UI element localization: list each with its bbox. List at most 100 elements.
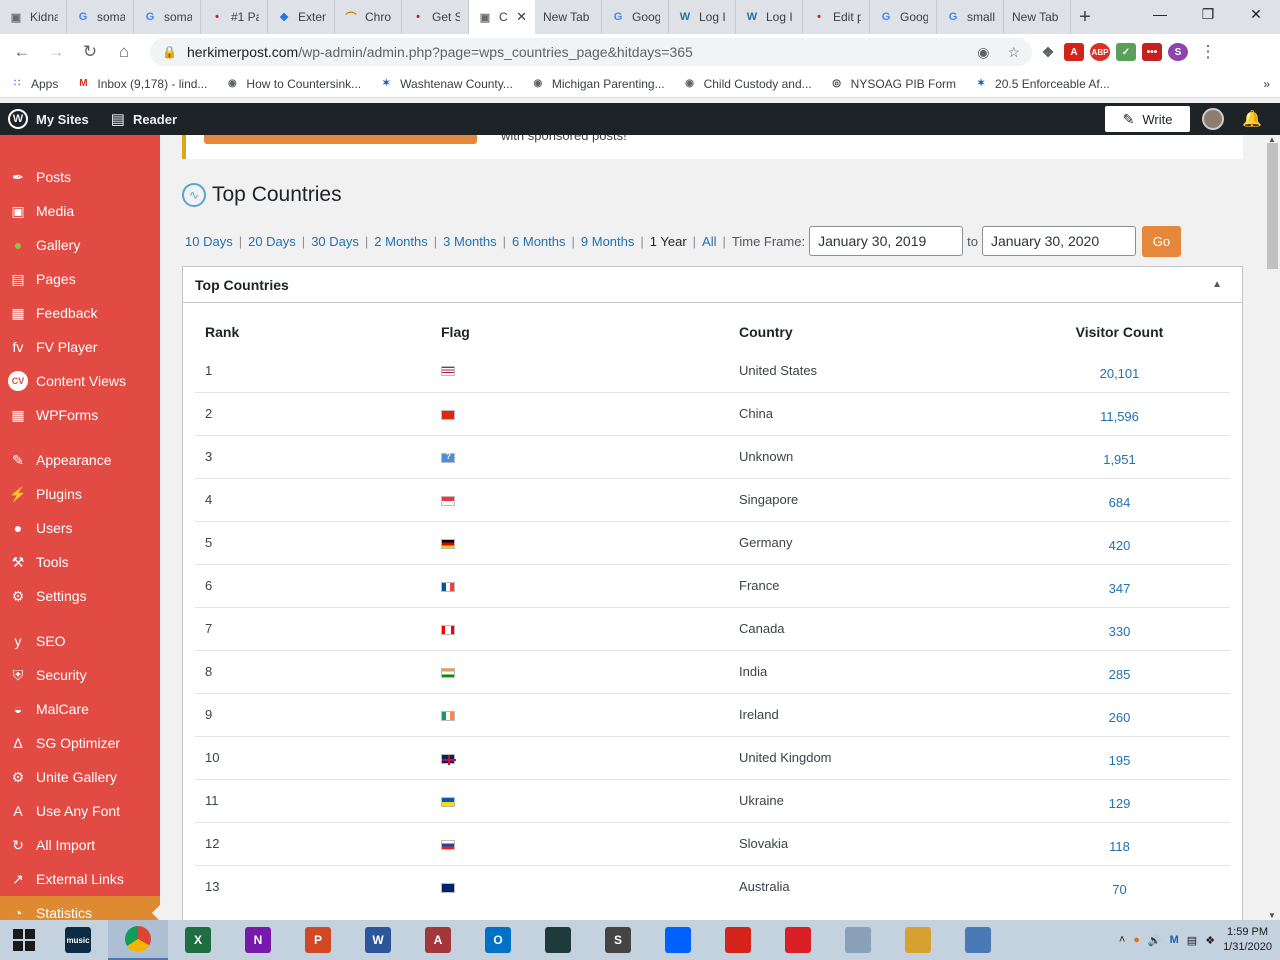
notice-action-button[interactable] — [204, 135, 477, 144]
visitor-count-link[interactable]: 684 — [1009, 477, 1230, 521]
taskbar-app[interactable]: O — [468, 920, 528, 960]
bookmark-item[interactable]: ◉ Michigan Parenting... — [531, 77, 664, 91]
visitor-count-link[interactable]: 1,951 — [1009, 434, 1230, 478]
browser-tab[interactable]: • Edit p — [803, 0, 870, 34]
menu-dots-icon[interactable]: ⋮ — [1194, 38, 1222, 66]
browser-tab[interactable]: New Tab — [1004, 0, 1071, 34]
tray-app-icon[interactable]: ● — [1133, 934, 1140, 946]
browser-tab[interactable]: Gsoma — [67, 0, 134, 34]
write-button[interactable]: ✎ Write — [1105, 106, 1191, 132]
visitor-count-link[interactable]: 420 — [1009, 520, 1230, 564]
more-bookmarks-icon[interactable]: » — [1263, 77, 1270, 91]
browser-tab[interactable]: • Get S — [402, 0, 469, 34]
taskbar-app[interactable] — [708, 920, 768, 960]
reader-link[interactable]: ▤ Reader — [111, 110, 177, 128]
range-1-year[interactable]: 1 Year — [650, 234, 687, 249]
visitor-count-link[interactable]: 347 — [1009, 563, 1230, 607]
sidebar-item-feedback[interactable]: ▦ Feedback — [0, 296, 160, 330]
taskbar-app[interactable] — [108, 920, 168, 960]
browser-tab[interactable]: G Goog — [602, 0, 669, 34]
incognito-icon[interactable]: ◉ — [977, 44, 989, 61]
taskbar-app[interactable] — [888, 920, 948, 960]
taskbar-app[interactable] — [768, 920, 828, 960]
user-avatar[interactable] — [1202, 108, 1225, 130]
range-2-months[interactable]: 2 Months — [374, 234, 427, 249]
taskbar-app[interactable]: N — [228, 920, 288, 960]
bookmark-item[interactable]: ✶ 20.5 Enforceable Af... — [974, 77, 1110, 91]
clock[interactable]: 1:59 PM 1/31/2020 — [1223, 925, 1272, 955]
acrobat-extension-icon[interactable]: A — [1064, 43, 1084, 61]
sidebar-item-media[interactable]: ▣ Media — [0, 194, 160, 228]
back-icon[interactable]: ← — [8, 38, 36, 66]
visitor-count-link[interactable]: 70 — [1009, 864, 1230, 908]
bookmark-item[interactable]: ◎ NYSOAG PIB Form — [830, 77, 956, 91]
from-date-input[interactable]: January 30, 2019 — [809, 226, 964, 256]
sidebar-item-seo[interactable]: y SEO — [0, 624, 160, 658]
visitor-count-link[interactable]: 195 — [1009, 735, 1230, 779]
taskbar-app[interactable]: X — [168, 920, 228, 960]
scroll-down-icon[interactable]: ▼ — [1268, 911, 1276, 920]
taskbar-app[interactable] — [648, 920, 708, 960]
range-10-days[interactable]: 10 Days — [185, 234, 233, 249]
download-extension-icon[interactable]: ✓ — [1116, 43, 1136, 61]
sidebar-item-all-import[interactable]: ↻ All Import — [0, 828, 160, 862]
range-6-months[interactable]: 6 Months — [512, 234, 565, 249]
dropbox-tray-icon[interactable]: ❖ — [1205, 934, 1215, 947]
dropbox-extension-icon[interactable]: ❖ — [1038, 43, 1058, 61]
go-button[interactable]: Go — [1141, 225, 1181, 257]
browser-tab[interactable]: Gsmall — [937, 0, 1004, 34]
sidebar-item-unite-gallery[interactable]: ⚙ Unite Gallery — [0, 760, 160, 794]
red-dots-extension-icon[interactable]: ••• — [1142, 43, 1162, 61]
browser-tab[interactable]: ⌒ Chro — [335, 0, 402, 34]
sidebar-item-appearance[interactable]: ✎ Appearance — [0, 443, 160, 477]
range-all[interactable]: All — [702, 234, 716, 249]
visitor-count-link[interactable]: 285 — [1009, 649, 1230, 693]
bookmark-item[interactable]: ✶ Washtenaw County... — [379, 77, 513, 91]
browser-tab[interactable]: • #1 Pa — [201, 0, 268, 34]
tray-chevron-icon[interactable]: ˄ — [1119, 934, 1125, 946]
visitor-count-link[interactable]: 260 — [1009, 692, 1230, 736]
browser-tab[interactable]: Gsoma — [134, 0, 201, 34]
range-3-months[interactable]: 3 Months — [443, 234, 496, 249]
sidebar-item-pages[interactable]: ▤ Pages — [0, 262, 160, 296]
sidebar-item-tools[interactable]: ⚒ Tools — [0, 545, 160, 579]
browser-tab[interactable]: G Goog — [870, 0, 937, 34]
forward-icon[interactable]: → — [42, 38, 70, 66]
sidebar-item-wpforms[interactable]: ▦ WPForms — [0, 398, 160, 432]
sidebar-item-statistics[interactable]: ◔ Statistics — [0, 896, 160, 920]
visitor-count-link[interactable]: 330 — [1009, 606, 1230, 650]
visitor-count-link[interactable]: 129 — [1009, 778, 1230, 822]
bookmark-item[interactable]: ◉ How to Countersink... — [225, 77, 361, 91]
sidebar-item-sg-optimizer[interactable]: ∆ SG Optimizer — [0, 726, 160, 760]
browser-tab[interactable]: New Tab — [535, 0, 602, 34]
browser-tab[interactable]: ▣ C ✕ — [469, 0, 535, 34]
adblock-extension-icon[interactable]: ABP — [1090, 43, 1110, 61]
scrollbar-thumb[interactable] — [1267, 143, 1278, 269]
sidebar-item-security[interactable]: ⛨ Security — [0, 658, 160, 692]
profile-avatar-icon[interactable]: S — [1168, 43, 1188, 61]
sidebar-item-plugins[interactable]: ⚡ Plugins — [0, 477, 160, 511]
collapse-toggle-icon[interactable]: ▲ — [1212, 279, 1222, 290]
home-icon[interactable]: ⌂ — [110, 38, 138, 66]
taskbar-app[interactable]: A — [408, 920, 468, 960]
sidebar-item-content-views[interactable]: CV Content Views — [0, 364, 160, 398]
address-bar[interactable]: 🔒 herkimerpost.com/wp-admin/admin.php?pa… — [150, 38, 1032, 66]
close-tab-icon[interactable]: ✕ — [516, 9, 527, 25]
range-20-days[interactable]: 20 Days — [248, 234, 296, 249]
bookmark-item[interactable]: ◉ Child Custody and... — [683, 77, 811, 91]
range-30-days[interactable]: 30 Days — [311, 234, 359, 249]
page-scrollbar[interactable]: ▲ ▼ — [1265, 135, 1280, 920]
visitor-count-link[interactable]: 11,596 — [1009, 391, 1230, 435]
sidebar-item-gallery[interactable]: ● Gallery — [0, 228, 160, 262]
browser-tab[interactable]: ❖ Exten — [268, 0, 335, 34]
bookmark-item[interactable]: ∷ Apps — [10, 77, 59, 91]
sidebar-item-users[interactable]: ● Users — [0, 511, 160, 545]
taskbar-app[interactable] — [828, 920, 888, 960]
close-window-icon[interactable]: ✕ — [1232, 0, 1280, 28]
to-date-input[interactable]: January 30, 2020 — [981, 226, 1136, 256]
malwarebytes-icon[interactable]: M — [1170, 934, 1179, 946]
taskbar-app[interactable]: music — [48, 920, 108, 960]
volume-icon[interactable]: 🔊 — [1148, 934, 1162, 947]
sidebar-item-external-links[interactable]: ↗ External Links — [0, 862, 160, 896]
minimize-icon[interactable]: — — [1136, 0, 1184, 28]
